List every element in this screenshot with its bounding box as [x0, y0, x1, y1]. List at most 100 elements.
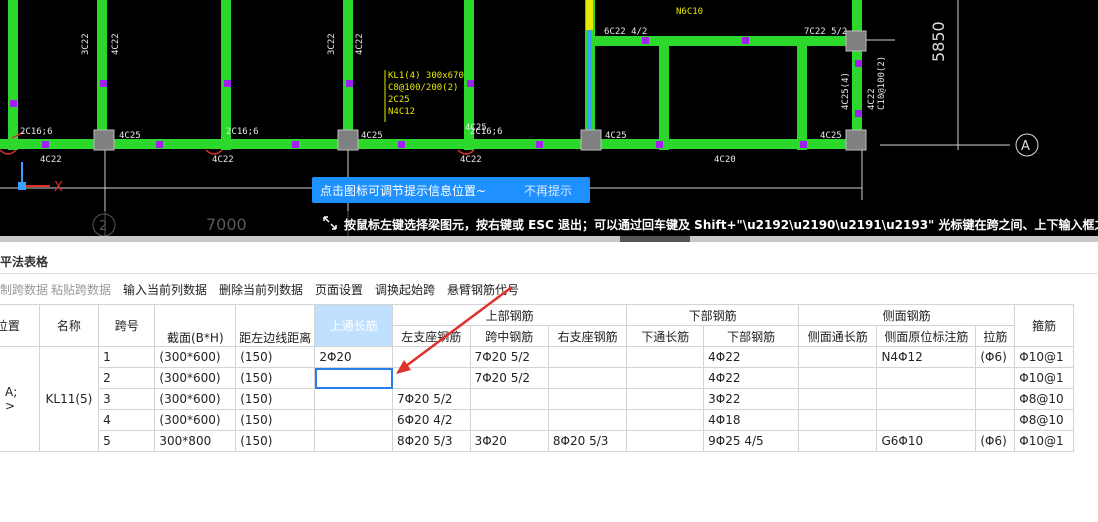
- top-right-cell[interactable]: 8Φ20 5/3: [547, 430, 628, 452]
- bottom-through-cell[interactable]: [626, 346, 705, 368]
- top-left-cell[interactable]: 8Φ20 5/3: [392, 430, 471, 452]
- cantilever-rebar-code-button[interactable]: 悬臂钢筋代号: [447, 281, 519, 298]
- table-row[interactable]: 2 (300*600) (150) 7Φ20 5/2 4Φ22 Φ10@1: [0, 367, 1074, 389]
- position-move-icon[interactable]: [322, 215, 338, 231]
- bottom-through-cell[interactable]: [626, 430, 705, 452]
- top-left-cell[interactable]: 6Φ20 4/2: [392, 409, 471, 431]
- section-cell[interactable]: (300*600): [154, 409, 237, 431]
- status-text: 按鼠标左键选择梁图元，按右键或 ESC 退出；可以通过回车键及 Shift+"\…: [344, 218, 1098, 232]
- rebar-label: 4C22: [867, 88, 877, 110]
- bottom-through-cell[interactable]: [626, 388, 705, 410]
- bottom-rebar-cell[interactable]: 4Φ22: [703, 346, 800, 368]
- top-mid-cell[interactable]: [469, 409, 549, 431]
- rebar-label: 4C22: [111, 33, 121, 55]
- top-left-cell[interactable]: [392, 346, 471, 368]
- input-column-data-button[interactable]: 输入当前列数据: [123, 281, 207, 298]
- span-cell[interactable]: 4: [98, 409, 156, 431]
- side-orig-cell[interactable]: [876, 409, 977, 431]
- side-through-cell[interactable]: [798, 346, 878, 368]
- tie-cell[interactable]: [975, 367, 1016, 389]
- paste-span-data-button[interactable]: 粘贴跨数据: [51, 281, 111, 298]
- stirrup-cell[interactable]: Φ10@1: [1014, 346, 1074, 368]
- tie-cell[interactable]: [975, 409, 1016, 431]
- stirrup-cell[interactable]: Φ8@10: [1014, 388, 1074, 410]
- bottom-through-cell[interactable]: [626, 367, 705, 389]
- tie-cell[interactable]: [975, 388, 1016, 410]
- top-right-cell[interactable]: [547, 409, 628, 431]
- table-row[interactable]: 3 (300*600) (150) 7Φ20 5/2 3Φ22 Φ8@10: [0, 388, 1074, 410]
- splitter-grip[interactable]: [620, 236, 690, 242]
- top-left-cell[interactable]: [392, 367, 471, 389]
- cad-canvas[interactable]: A 2 7000 5850 X 2C16;6 2C16;6 2C16;6 4C2…: [0, 0, 1098, 236]
- top-mid-cell[interactable]: 7Φ20 5/2: [469, 367, 549, 389]
- col-header-offset: 距左边线距离: [235, 304, 316, 347]
- top-right-cell[interactable]: [547, 367, 628, 389]
- top-through-cell[interactable]: [314, 430, 394, 452]
- rebar-label: 7C22 5/2: [804, 27, 847, 37]
- section-cell[interactable]: (300*600): [154, 346, 237, 368]
- table-row[interactable]: 5 300*800 (150) 8Φ20 5/3 3Φ20 8Φ20 5/3 9…: [0, 430, 1074, 452]
- tip-popup[interactable]: 点击图标可调节提示信息位置~ 不再提示: [312, 177, 590, 203]
- col-group-top-rebar: 上部钢筋: [392, 304, 628, 326]
- side-orig-cell[interactable]: [876, 388, 977, 410]
- beam-annotation-line: C8@100/200(2): [388, 83, 458, 93]
- col-header-top-through[interactable]: 上通长筋: [314, 304, 394, 347]
- top-right-cell[interactable]: [547, 346, 628, 368]
- table-row[interactable]: A; > KL11(5) 1 (300*600) (150) 2Φ20 7Φ20 …: [0, 346, 1074, 452]
- top-through-cell[interactable]: 2Φ20: [314, 346, 394, 368]
- delete-column-data-button[interactable]: 删除当前列数据: [219, 281, 303, 298]
- top-through-cell-selected[interactable]: [314, 367, 394, 389]
- side-through-cell[interactable]: [798, 409, 878, 431]
- span-cell[interactable]: 3: [98, 388, 156, 410]
- bottom-through-cell[interactable]: [626, 409, 705, 431]
- offset-cell[interactable]: (150): [235, 346, 316, 368]
- top-left-cell[interactable]: 7Φ20 5/2: [392, 388, 471, 410]
- span-cell[interactable]: 1: [98, 346, 156, 368]
- span-cell[interactable]: 5: [98, 430, 156, 452]
- name-cell[interactable]: KL11(5): [38, 346, 100, 452]
- col-header-bottom-rebar: 下部钢筋: [703, 325, 800, 347]
- side-through-cell[interactable]: [798, 430, 878, 452]
- copy-span-data-button[interactable]: 复制跨数据: [0, 281, 48, 298]
- side-orig-cell[interactable]: G6Φ10: [876, 430, 977, 452]
- side-through-cell[interactable]: [798, 388, 878, 410]
- stirrup-cell[interactable]: Φ10@1: [1014, 430, 1074, 452]
- bottom-rebar-cell[interactable]: 9Φ25 4/5: [703, 430, 800, 452]
- top-mid-cell[interactable]: [469, 388, 549, 410]
- top-mid-cell[interactable]: 7Φ20 5/2: [469, 346, 549, 368]
- table-row[interactable]: 4 (300*600) (150) 6Φ20 4/2 4Φ18 Φ8@10: [0, 409, 1074, 431]
- dimension-5850: 5850: [929, 21, 948, 62]
- tip-dismiss-link[interactable]: 不再提示: [524, 182, 572, 199]
- top-mid-cell[interactable]: 3Φ20: [469, 430, 549, 452]
- panel-splitter[interactable]: [0, 236, 1098, 242]
- rebar-label: 4C25: [605, 131, 627, 141]
- bottom-rebar-cell[interactable]: 4Φ18: [703, 409, 800, 431]
- side-through-cell[interactable]: [798, 367, 878, 389]
- rebar-label: 4C22: [460, 155, 482, 165]
- top-right-cell[interactable]: [547, 388, 628, 410]
- span-cell[interactable]: 2: [98, 367, 156, 389]
- side-orig-cell[interactable]: N4Φ12: [876, 346, 977, 368]
- position-value: A;: [5, 385, 18, 399]
- top-through-cell[interactable]: [314, 409, 394, 431]
- beam-annotation-line: 2C25: [388, 95, 410, 105]
- section-cell[interactable]: (300*600): [154, 367, 237, 389]
- offset-cell[interactable]: (150): [235, 409, 316, 431]
- bottom-rebar-cell[interactable]: 4Φ22: [703, 367, 800, 389]
- section-cell[interactable]: 300*800: [154, 430, 237, 452]
- bottom-rebar-cell[interactable]: 3Φ22: [703, 388, 800, 410]
- offset-cell[interactable]: (150): [235, 367, 316, 389]
- top-through-cell[interactable]: [314, 388, 394, 410]
- stirrup-cell[interactable]: Φ8@10: [1014, 409, 1074, 431]
- swap-start-span-button[interactable]: 调换起始跨: [375, 281, 435, 298]
- stirrup-cell[interactable]: Φ10@1: [1014, 367, 1074, 389]
- page-setup-button[interactable]: 页面设置: [315, 281, 363, 298]
- section-cell[interactable]: (300*600): [154, 388, 237, 410]
- col-header-name: 名称: [38, 304, 100, 347]
- side-orig-cell[interactable]: [876, 367, 977, 389]
- position-cell[interactable]: A; >: [0, 346, 40, 452]
- offset-cell[interactable]: (150): [235, 388, 316, 410]
- tie-cell[interactable]: (Φ6): [975, 346, 1016, 368]
- offset-cell[interactable]: (150): [235, 430, 316, 452]
- tie-cell[interactable]: (Φ6): [975, 430, 1016, 452]
